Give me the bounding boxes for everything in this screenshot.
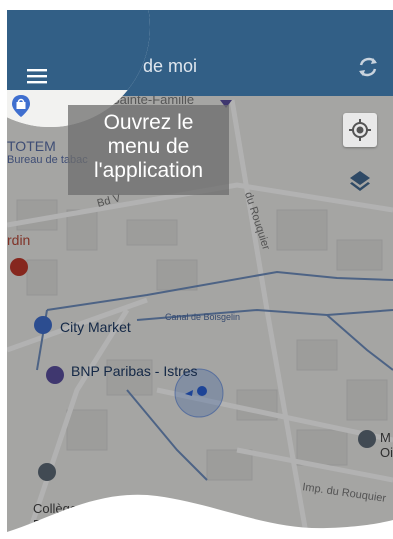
my-location-icon bbox=[349, 119, 371, 141]
layers-button[interactable] bbox=[343, 163, 377, 197]
layers-icon bbox=[350, 171, 370, 191]
shop-pin-icon bbox=[12, 95, 30, 117]
tooltip-line-1: Ouvrez le bbox=[103, 111, 194, 134]
my-location-button[interactable] bbox=[343, 113, 377, 147]
tooltip-line-3: l'application bbox=[93, 159, 204, 182]
hamburger-menu-icon[interactable] bbox=[27, 67, 49, 85]
bottom-wave-shape bbox=[7, 494, 393, 539]
tooltip-line-2: menu de bbox=[107, 135, 190, 158]
refresh-icon[interactable] bbox=[353, 52, 383, 82]
onboarding-tooltip: Ouvrez le menu de l'application bbox=[68, 105, 229, 195]
app-screen: Sainte-Famille TOTEM Bureau de tabac rdi… bbox=[7, 10, 393, 539]
